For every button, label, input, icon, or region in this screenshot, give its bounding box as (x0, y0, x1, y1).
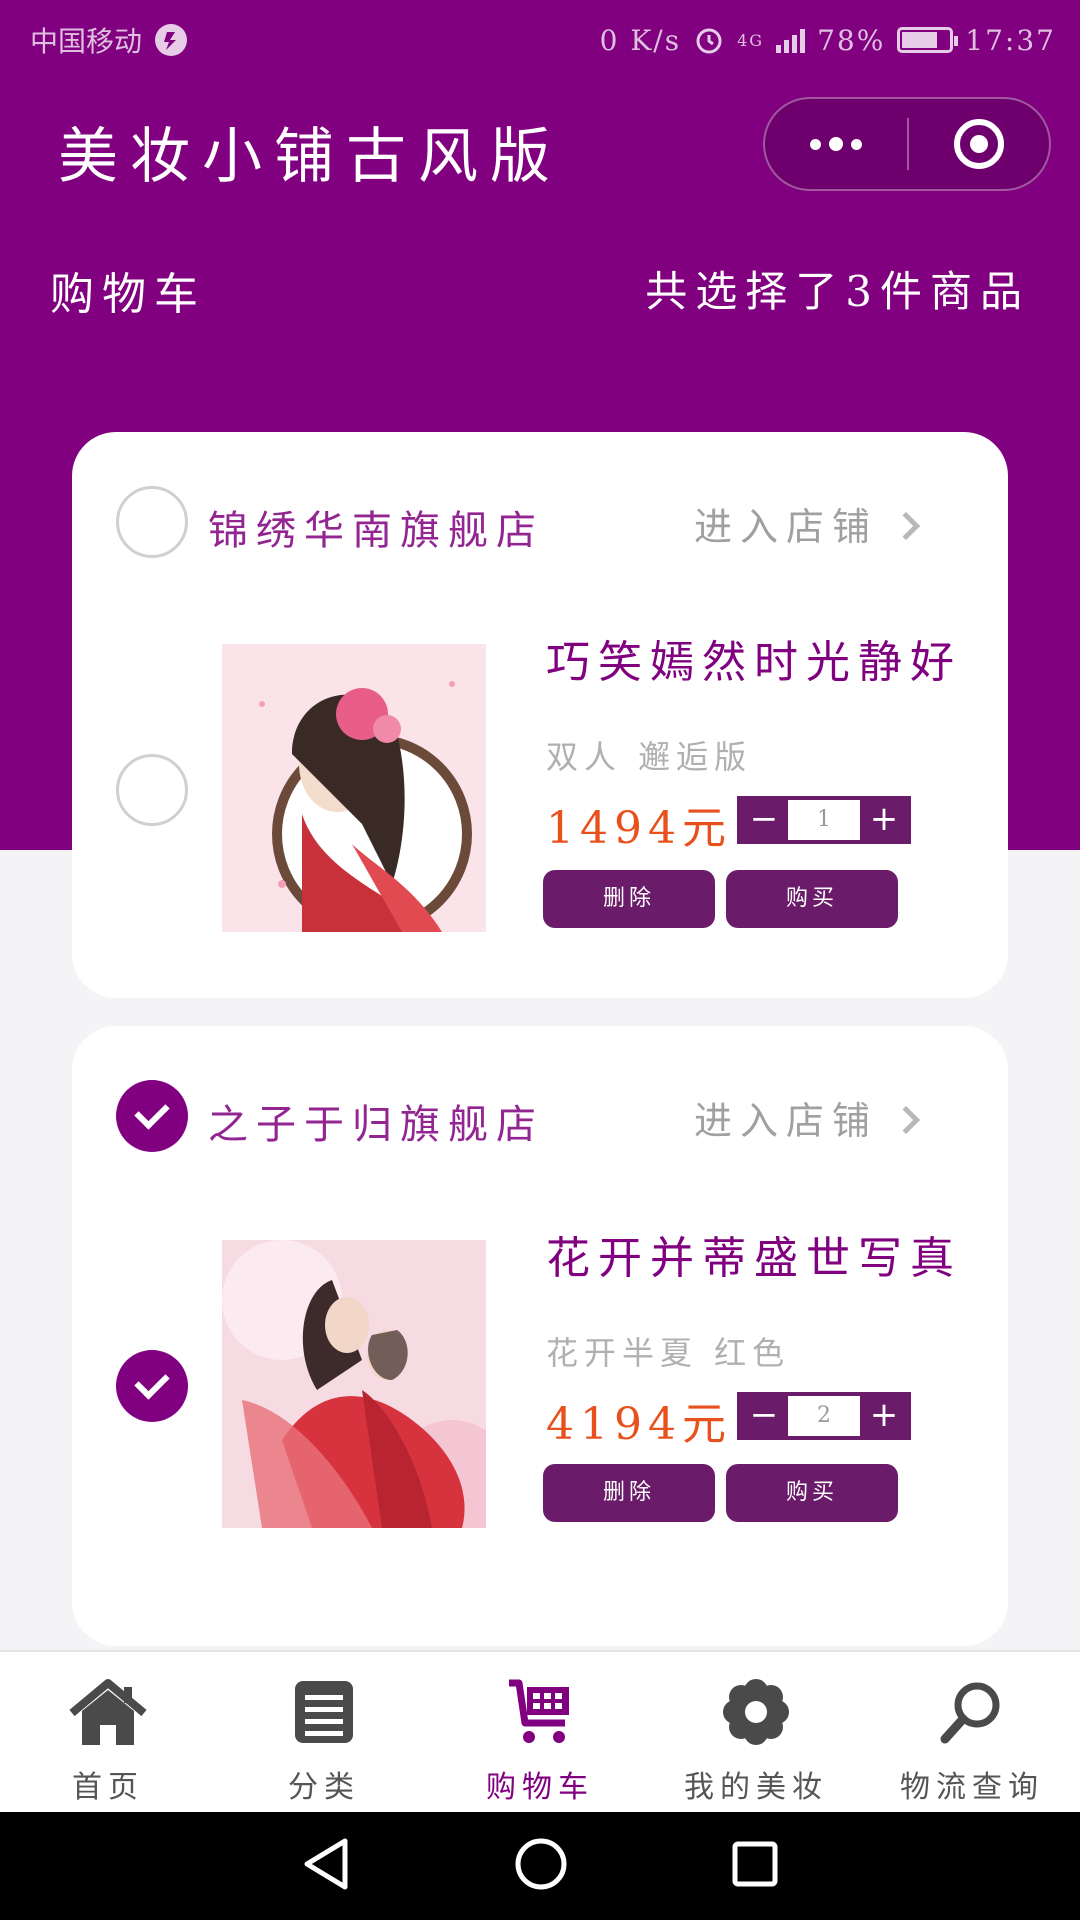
enter-shop-link[interactable]: 进入店铺 (694, 1090, 878, 1145)
quantity-stepper: − 1 + (737, 796, 911, 844)
chevron-right-icon (891, 511, 921, 541)
tab-my-beauty[interactable]: 我的美妆 (648, 1652, 864, 1812)
close-button[interactable] (909, 99, 1049, 189)
flower-icon (714, 1670, 798, 1754)
shop-select-checkbox[interactable] (116, 486, 188, 558)
enter-shop-link[interactable]: 进入店铺 (694, 496, 878, 551)
decrease-button[interactable]: − (740, 799, 788, 841)
battery-percent: 78% (817, 23, 886, 57)
home-circle-icon[interactable] (514, 1837, 568, 1895)
product-select-checkbox[interactable] (116, 1350, 188, 1422)
quantity-input[interactable]: 1 (788, 800, 860, 840)
delete-button[interactable]: 删除 (543, 1464, 715, 1522)
product-price: 1494元 (546, 803, 732, 854)
more-button[interactable] (765, 99, 907, 189)
shop-name: 锦绣华南旗舰店 (208, 508, 544, 554)
product-title[interactable]: 花开并蒂盛世写真 (546, 1222, 962, 1286)
tab-label: 我的美妆 (684, 1770, 828, 1805)
shop-card: 之子于归旗舰店 进入店铺 花开并蒂盛世写真 花开半夏 红色 4194元 − 2 … (72, 1026, 1008, 1646)
product-spec: 双人 邂逅版 (546, 738, 753, 776)
quantity-input[interactable]: 2 (788, 1396, 860, 1436)
page-title: 美妆小铺古风版 (58, 122, 562, 192)
tab-category[interactable]: 分类 (216, 1652, 432, 1812)
increase-button[interactable]: + (860, 1395, 908, 1437)
hd-voice-icon (155, 24, 188, 56)
signal-icon (776, 27, 806, 53)
bottom-tab-bar: 首页 分类 购物车 我的美妆 物流查询 (0, 1650, 1080, 1812)
delete-button[interactable]: 删除 (543, 870, 715, 928)
product-spec: 花开半夏 红色 (546, 1334, 791, 1372)
tab-home[interactable]: 首页 (0, 1652, 216, 1812)
buy-button[interactable]: 购买 (726, 1464, 898, 1522)
chevron-right-icon (891, 1105, 921, 1135)
shop-select-checkbox[interactable] (116, 1080, 188, 1152)
product-title[interactable]: 巧笑嫣然时光静好 (546, 626, 962, 690)
product-image[interactable] (222, 644, 486, 932)
search-icon (930, 1670, 1014, 1754)
tab-logistics[interactable]: 物流查询 (864, 1652, 1080, 1812)
back-icon[interactable] (301, 1837, 351, 1895)
buy-button[interactable]: 购买 (726, 870, 898, 928)
clock: 17:37 (965, 23, 1056, 57)
product-select-checkbox[interactable] (116, 754, 188, 826)
cart-icon (498, 1670, 582, 1754)
product-price: 4194元 (546, 1399, 732, 1450)
quantity-stepper: − 2 + (737, 1392, 911, 1440)
tab-label: 首页 (72, 1770, 144, 1805)
carrier-label: 中国移动 (30, 25, 143, 58)
tab-label: 购物车 (486, 1770, 594, 1805)
cart-label: 购物车 (50, 269, 206, 320)
alarm-icon (696, 28, 722, 54)
product-image[interactable] (222, 1240, 486, 1528)
selected-summary: 共选择了3件商品 (645, 267, 1030, 316)
network-type: 4G (737, 30, 765, 50)
miniprogram-capsule (763, 97, 1051, 191)
tab-label: 物流查询 (900, 1770, 1044, 1805)
increase-button[interactable]: + (860, 799, 908, 841)
system-navigation-bar (0, 1812, 1080, 1920)
list-icon (282, 1670, 366, 1754)
shop-name: 之子于归旗舰店 (208, 1102, 544, 1148)
battery-icon (897, 27, 959, 53)
target-icon (953, 119, 1004, 169)
tab-label: 分类 (288, 1770, 360, 1805)
tab-cart[interactable]: 购物车 (432, 1652, 648, 1812)
recent-apps-icon[interactable] (731, 1840, 779, 1892)
decrease-button[interactable]: − (740, 1395, 788, 1437)
home-icon (66, 1670, 150, 1754)
status-bar: 中国移动 0 K/s 4G 78% 17:37 (0, 0, 1080, 80)
network-speed: 0 K/s (599, 23, 682, 57)
shop-card: 锦绣华南旗舰店 进入店铺 巧笑嫣然时光静好 双人 邂逅版 1494元 − 1 +… (72, 432, 1008, 998)
